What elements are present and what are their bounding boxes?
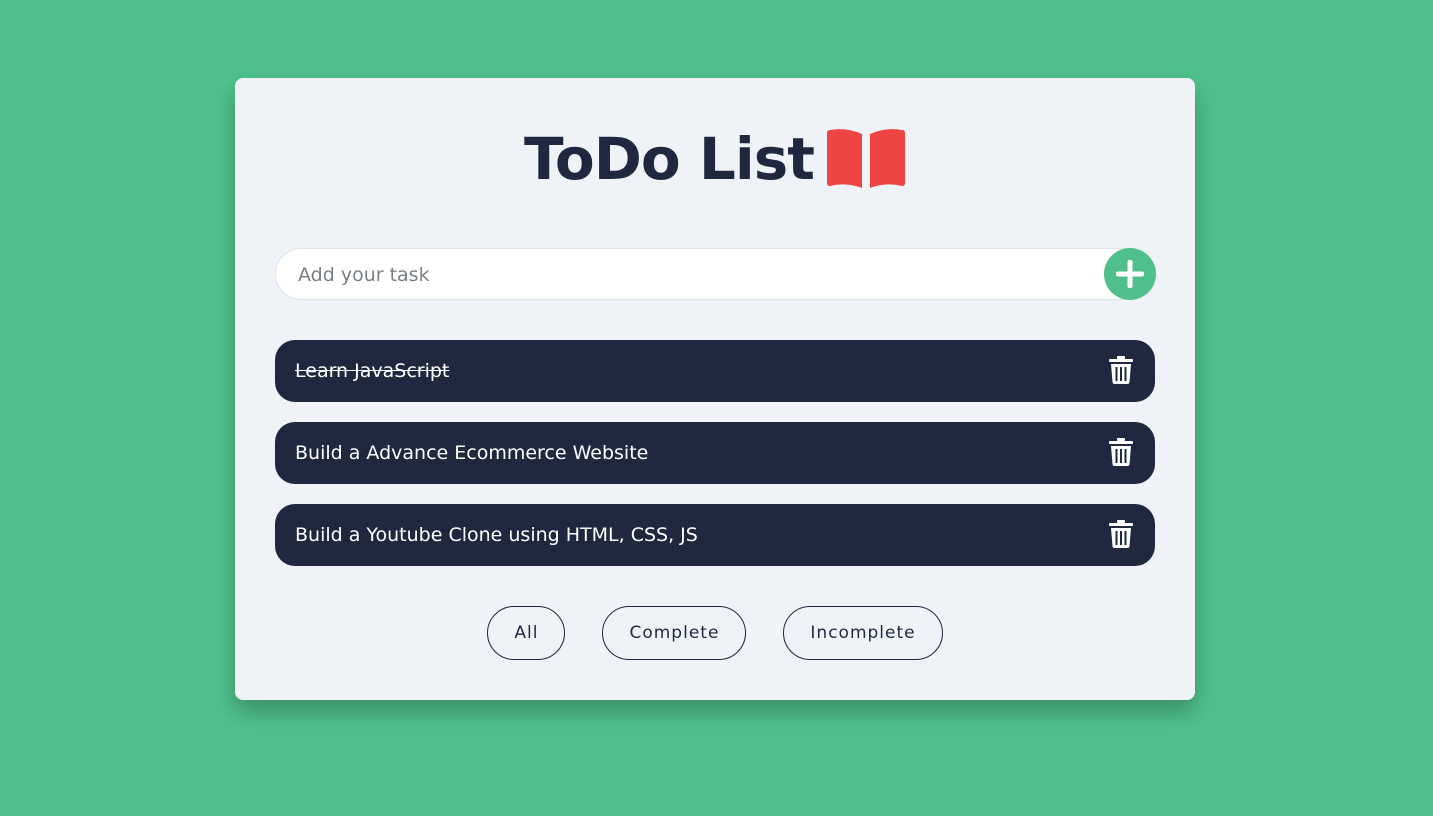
todo-card: ToDo List Learn JavaScript [235,78,1195,700]
filter-all-button[interactable]: All [487,606,566,660]
trash-icon [1109,520,1133,548]
task-item[interactable]: Learn JavaScript [275,340,1155,402]
delete-task-button[interactable] [1107,438,1135,468]
page-title: ToDo List [524,125,815,193]
open-book-icon [826,129,905,188]
add-task-button[interactable] [1104,248,1156,300]
filter-complete-button[interactable]: Complete [602,606,747,660]
trash-icon [1109,356,1133,384]
task-text[interactable]: Learn JavaScript [295,360,449,382]
delete-task-button[interactable] [1107,520,1135,550]
header: ToDo List [235,124,1195,194]
task-input-row [275,248,1156,301]
task-input[interactable] [296,249,1080,301]
task-text[interactable]: Build a Youtube Clone using HTML, CSS, J… [295,524,698,546]
filter-incomplete-button[interactable]: Incomplete [783,606,943,660]
task-item[interactable]: Build a Youtube Clone using HTML, CSS, J… [275,504,1155,566]
trash-icon [1109,438,1133,466]
filter-bar: All Complete Incomplete [235,606,1195,660]
task-text[interactable]: Build a Advance Ecommerce Website [295,442,648,464]
task-list: Learn JavaScript Build a Advance Ecommer… [275,340,1155,586]
plus-icon [1116,260,1144,288]
delete-task-button[interactable] [1107,356,1135,386]
task-item[interactable]: Build a Advance Ecommerce Website [275,422,1155,484]
